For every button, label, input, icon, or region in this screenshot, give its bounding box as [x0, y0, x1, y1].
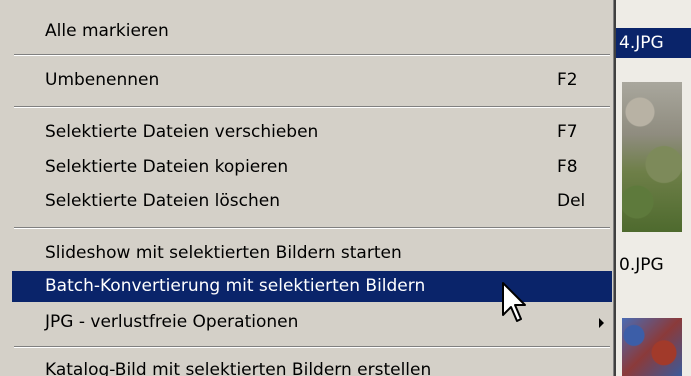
menu-separator: [14, 227, 610, 229]
file-name-selected[interactable]: 4.JPG: [616, 28, 691, 58]
menu-item-label: Selektierte Dateien verschieben: [45, 122, 319, 142]
menu-item-label: JPG - verlustfreie Operationen: [45, 312, 299, 332]
menu-item-slideshow[interactable]: Slideshow mit selektierten Bildern start…: [12, 238, 612, 269]
thumbnail-image-bottom[interactable]: [622, 318, 682, 376]
menu-item-delete-files[interactable]: Selektierte Dateien löschen Del: [12, 186, 612, 217]
menu-separator: [14, 106, 610, 108]
menu-separator: [14, 54, 610, 56]
menu-item-label: Umbenennen: [45, 70, 160, 90]
menu-item-shortcut: F8: [557, 157, 578, 177]
menu-item-label: Batch-Konvertierung mit selektierten Bil…: [45, 276, 426, 296]
menu-item-label: Katalog-Bild mit selektierten Bildern er…: [45, 360, 432, 376]
menu-item-label: Selektierte Dateien löschen: [45, 191, 280, 211]
menu-separator: [14, 346, 610, 348]
menu-item-label: Selektierte Dateien kopieren: [45, 157, 289, 177]
menu-item-shortcut: F2: [557, 70, 578, 90]
menu-item-catalog-image[interactable]: Katalog-Bild mit selektierten Bildern er…: [12, 355, 612, 376]
menu-item-copy-files[interactable]: Selektierte Dateien kopieren F8: [12, 152, 612, 183]
file-name[interactable]: 0.JPG: [616, 250, 691, 280]
menu-item-shortcut: F7: [557, 122, 578, 142]
menu-item-rename[interactable]: Umbenennen F2: [12, 65, 612, 96]
submenu-arrow-icon: [599, 318, 604, 328]
arrow-cursor-icon: [502, 282, 526, 322]
menu-item-label: Slideshow mit selektierten Bildern start…: [45, 243, 402, 263]
menu-item-move-files[interactable]: Selektierte Dateien verschieben F7: [12, 117, 612, 148]
menu-item-shortcut: Del: [557, 191, 586, 211]
menu-item-label: Alle markieren: [45, 21, 169, 41]
menu-item-select-all[interactable]: Alle markieren: [12, 16, 612, 47]
thumbnail-image[interactable]: [622, 82, 682, 232]
